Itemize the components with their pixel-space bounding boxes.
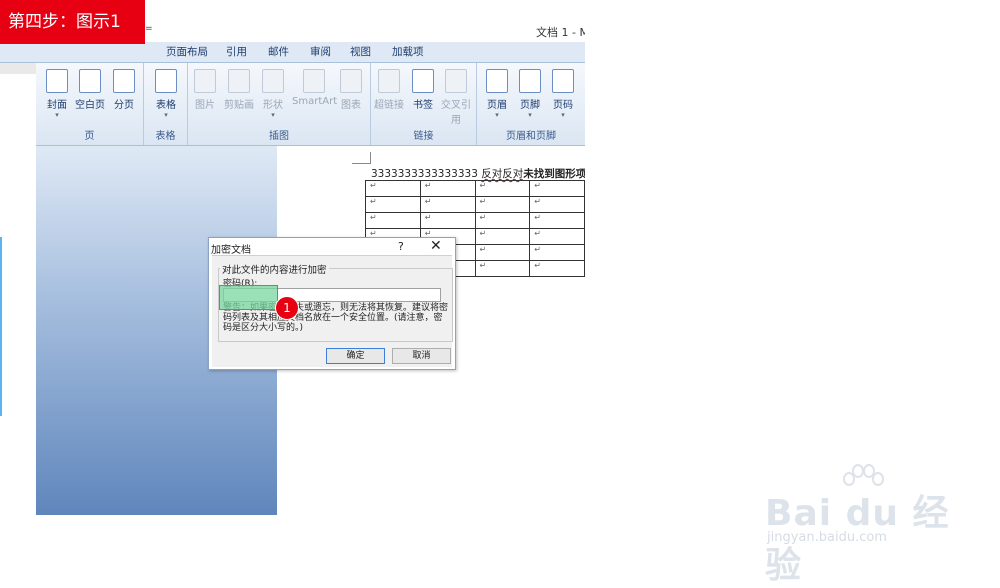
text-underlined: 反对反对	[481, 168, 524, 180]
cross-reference-button[interactable]: 交叉引用	[441, 69, 471, 126]
cancel-button[interactable]: 取消	[392, 348, 451, 364]
table-cell[interactable]: ↵	[529, 260, 585, 277]
table-cell[interactable]: ↵	[419, 180, 476, 197]
text-prefix: 3333333333333333	[371, 168, 482, 180]
table-cell[interactable]: ↵	[474, 244, 531, 261]
margin-corner-mark	[352, 152, 371, 164]
cover-page-button[interactable]: 封面 ▾	[42, 69, 72, 119]
clip-art-button[interactable]: 剪贴画	[224, 69, 254, 111]
tab-references[interactable]: 引用	[226, 42, 247, 62]
group-header-footer-label: 页眉和页脚	[506, 131, 556, 142]
cover-page-icon	[46, 69, 68, 93]
password-highlight-box	[219, 285, 278, 310]
table-cell[interactable]: ↵	[419, 212, 476, 229]
table-cell[interactable]: ↵	[529, 180, 585, 197]
chart-button[interactable]: 图表	[336, 69, 366, 111]
ribbon: 封面 ▾ 空白页 分页 页 表格 ▾ 表格 图片 剪贴画 形状 ▾ SmartArt …	[36, 63, 585, 146]
table-button[interactable]: 表格 ▾	[151, 69, 181, 119]
tab-view[interactable]: 视图	[350, 42, 371, 62]
table-cell[interactable]: ↵	[474, 196, 531, 213]
table-row: ↵↵↵↵	[365, 196, 585, 213]
page-number-button[interactable]: 页码 ▾	[548, 69, 578, 119]
cross-reference-icon	[445, 69, 467, 93]
close-button[interactable]: ✕	[430, 238, 442, 254]
group-pages-label: 页	[84, 131, 95, 142]
header-button[interactable]: 页眉 ▾	[482, 69, 512, 119]
footer-icon	[519, 69, 541, 93]
shapes-icon	[262, 69, 284, 93]
table-cell[interactable]: ↵	[365, 196, 421, 213]
blank-page-icon	[79, 69, 101, 93]
smartart-button[interactable]: SmartArt	[292, 69, 337, 107]
text-bold: 未找到图形项目	[523, 168, 585, 180]
clip-art-icon	[228, 69, 250, 93]
dialog-title: 加密文档	[211, 245, 251, 256]
group-table: 表格 ▾ 表格	[144, 63, 188, 145]
table-cell[interactable]: ↵	[529, 196, 585, 213]
ok-button[interactable]: 确定	[326, 348, 385, 364]
table-cell[interactable]: ↵	[529, 212, 585, 229]
watermark-url: jingyan.baidu.com	[767, 530, 887, 545]
table-cell[interactable]: ↵	[474, 180, 531, 197]
bookmark-button[interactable]: 书签	[408, 69, 438, 111]
smartart-icon	[303, 69, 325, 93]
group-illustrations: 图片 剪贴画 形状 ▾ SmartArt 图表 插图	[188, 63, 371, 145]
blank-page-button[interactable]: 空白页	[75, 69, 105, 111]
document-title: 文档 1 - M	[536, 26, 585, 39]
table-cell[interactable]: ↵	[365, 180, 421, 197]
group-links: 超链接 书签 交叉引用 链接	[371, 63, 477, 145]
table-cell[interactable]: ↵	[529, 228, 585, 245]
bookmark-icon	[412, 69, 434, 93]
footer-button[interactable]: 页脚 ▾	[515, 69, 545, 119]
quick-access-arrow[interactable]: =	[145, 24, 153, 34]
group-header-footer: 页眉 ▾ 页脚 ▾ 页码 ▾ 页眉和页脚	[477, 63, 585, 145]
globe-link-icon	[378, 69, 400, 93]
picture-icon	[194, 69, 216, 93]
help-button[interactable]: ?	[398, 240, 404, 253]
step-callout-badge: 1	[275, 296, 299, 320]
group-illustrations-label: 插图	[269, 131, 289, 142]
tab-add-ins[interactable]: 加载项	[392, 42, 424, 62]
table-icon	[155, 69, 177, 93]
table-cell[interactable]: ↵	[419, 196, 476, 213]
group-table-label: 表格	[155, 131, 176, 142]
table-row: ↵↵↵↵	[365, 212, 585, 229]
picture-button[interactable]: 图片	[190, 69, 220, 111]
shapes-button[interactable]: 形状 ▾	[258, 69, 288, 119]
step-banner: 第四步：图示1	[0, 0, 145, 44]
table-cell[interactable]: ↵	[365, 212, 421, 229]
left-edge-indicator	[0, 237, 2, 416]
ribbon-tab-bar	[0, 42, 585, 63]
page-break-button[interactable]: 分页	[109, 69, 139, 111]
encrypt-group-label: 对此文件的内容进行加密	[220, 262, 329, 276]
table-cell[interactable]: ↵	[474, 228, 531, 245]
page-break-icon	[113, 69, 135, 93]
baidu-jingyan-watermark: Bai du 经验 jingyan.baidu.com	[765, 462, 965, 586]
group-links-label: 链接	[413, 131, 434, 142]
hyperlink-button[interactable]: 超链接	[374, 69, 404, 111]
tab-mailings[interactable]: 邮件	[268, 42, 289, 62]
table-cell[interactable]: ↵	[529, 244, 585, 261]
header-icon	[486, 69, 508, 93]
group-pages: 封面 ▾ 空白页 分页 页	[36, 63, 144, 145]
chart-icon	[340, 69, 362, 93]
table-cell[interactable]: ↵	[474, 212, 531, 229]
document-text-line[interactable]: 3333333333333333 反对反对未找到图形项目	[371, 166, 585, 181]
tab-review[interactable]: 审阅	[310, 42, 331, 62]
table-cell[interactable]: ↵	[474, 260, 531, 277]
table-row: ↵↵↵↵	[365, 180, 585, 197]
tab-page-layout[interactable]: 页面布局	[166, 42, 208, 62]
page-number-icon	[552, 69, 574, 93]
